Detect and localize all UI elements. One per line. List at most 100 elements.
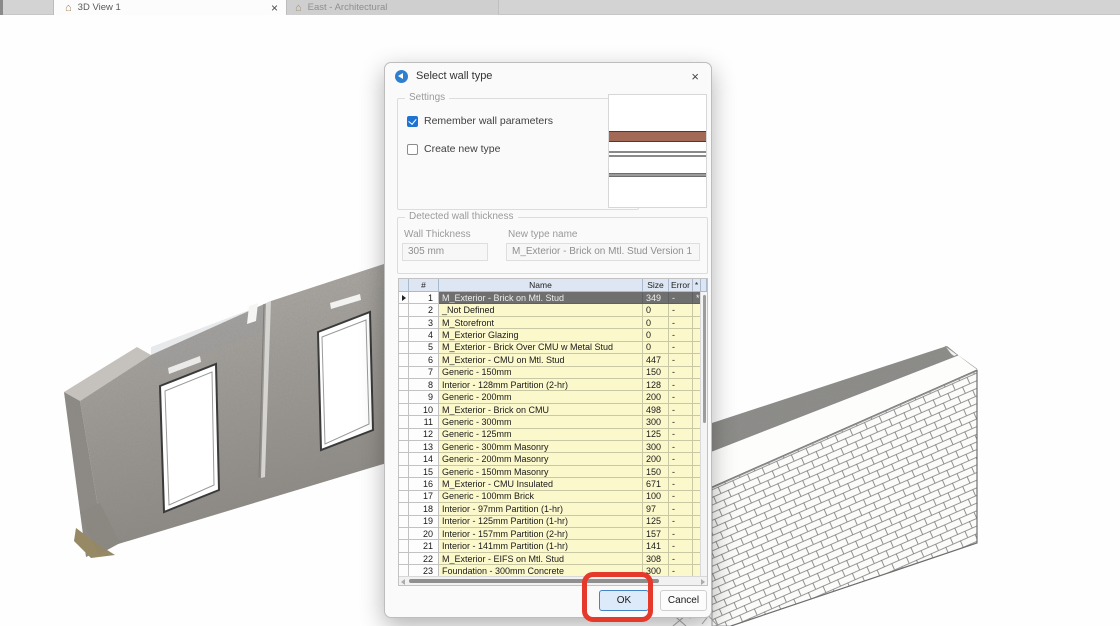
row-name-cell: Interior - 97mm Partition (1-hr) — [439, 503, 643, 515]
table-row[interactable]: 9 Generic - 200mm 200 - — [399, 391, 707, 403]
table-row[interactable]: 7 Generic - 150mm 150 - — [399, 367, 707, 379]
new-type-name-label: New type name — [508, 229, 577, 240]
row-error-cell: - — [669, 379, 693, 391]
horizontal-scrollbar[interactable] — [399, 576, 707, 585]
tab-east-architectural[interactable]: ⌂ East - Architectural — [287, 0, 499, 15]
checkbox-create-new-type[interactable]: Create new type — [407, 143, 500, 155]
row-selector-cell — [399, 528, 409, 540]
row-name-cell: Generic - 150mm — [439, 367, 643, 379]
row-error-cell: - — [669, 441, 693, 453]
row-size-cell: 157 — [643, 528, 669, 540]
table-row[interactable]: 21 Interior - 141mm Partition (1-hr) 141… — [399, 540, 707, 552]
row-size-cell: 349 — [643, 292, 669, 304]
header-size: Size — [643, 279, 669, 292]
row-selector-cell — [399, 317, 409, 329]
row-name-cell: M_Exterior Glazing — [439, 329, 643, 341]
row-number-cell: 6 — [409, 354, 439, 366]
row-name-cell: M_Storefront — [439, 317, 643, 329]
row-size-cell: 100 — [643, 491, 669, 503]
table-row[interactable]: 19 Interior - 125mm Partition (1-hr) 125… — [399, 516, 707, 528]
row-selector-cell — [399, 553, 409, 565]
row-number-cell: 16 — [409, 478, 439, 490]
row-selector-cell — [399, 565, 409, 576]
horizontal-scrollbar-thumb[interactable] — [409, 579, 659, 583]
table-row[interactable]: 5 M_Exterior - Brick Over CMU w Metal St… — [399, 342, 707, 354]
table-row[interactable]: 14 Generic - 200mm Masonry 200 - — [399, 453, 707, 465]
tab-3d-view-1[interactable]: ⌂ 3D View 1 × — [53, 0, 287, 15]
home-icon: ⌂ — [295, 3, 302, 13]
row-number-cell: 10 — [409, 404, 439, 416]
row-error-cell: - — [669, 553, 693, 565]
table-row[interactable]: 22 M_Exterior - EIFS on Mtl. Stud 308 - — [399, 553, 707, 565]
table-row[interactable]: 8 Interior - 128mm Partition (2-hr) 128 … — [399, 379, 707, 391]
table-row[interactable]: 23 Foundation - 300mm Concrete 300 - — [399, 565, 707, 576]
table-row[interactable]: 10 M_Exterior - Brick on CMU 498 - — [399, 404, 707, 416]
wall-section-preview — [608, 94, 707, 208]
tab-close-icon[interactable]: × — [271, 3, 278, 13]
tab-label: East - Architectural — [308, 2, 388, 13]
row-name-cell: Generic - 125mm — [439, 429, 643, 441]
row-size-cell: 671 — [643, 478, 669, 490]
scroll-right-arrow-icon[interactable] — [701, 579, 705, 585]
row-selector-cell — [399, 478, 409, 490]
row-number-cell: 4 — [409, 329, 439, 341]
row-size-cell: 200 — [643, 453, 669, 465]
table-row[interactable]: 1 M_Exterior - Brick on Mtl. Stud 349 - … — [399, 292, 707, 304]
header-name: Name — [439, 279, 643, 292]
table-row[interactable]: 11 Generic - 300mm 300 - — [399, 416, 707, 428]
table-row[interactable]: 20 Interior - 157mm Partition (2-hr) 157… — [399, 528, 707, 540]
checkbox-label: Create new type — [424, 143, 500, 155]
row-name-cell: Interior - 125mm Partition (1-hr) — [439, 516, 643, 528]
row-size-cell: 300 — [643, 416, 669, 428]
header-selector-col — [399, 279, 409, 292]
table-row[interactable]: 15 Generic - 150mm Masonry 150 - — [399, 466, 707, 478]
checkbox-remember-wall-parameters[interactable]: Remember wall parameters — [407, 115, 553, 127]
row-number-cell: 8 — [409, 379, 439, 391]
row-size-cell: 300 — [643, 565, 669, 576]
row-size-cell: 300 — [643, 441, 669, 453]
row-error-cell: - — [669, 354, 693, 366]
checkbox-unchecked-icon[interactable] — [407, 144, 418, 155]
row-selector-cell — [399, 516, 409, 528]
row-number-cell: 22 — [409, 553, 439, 565]
vertical-scrollbar[interactable] — [700, 292, 707, 576]
row-error-cell: - — [669, 317, 693, 329]
header-error: Error — [669, 279, 693, 292]
table-row[interactable]: 18 Interior - 97mm Partition (1-hr) 97 - — [399, 503, 707, 515]
table-row[interactable]: 2 _Not Defined 0 - — [399, 304, 707, 316]
row-selector-cell — [399, 379, 409, 391]
scroll-left-arrow-icon[interactable] — [401, 579, 405, 585]
table-row[interactable]: 12 Generic - 125mm 125 - — [399, 429, 707, 441]
row-name-cell: M_Exterior - Brick on CMU — [439, 404, 643, 416]
row-size-cell: 200 — [643, 391, 669, 403]
row-size-cell: 128 — [643, 379, 669, 391]
row-size-cell: 0 — [643, 317, 669, 329]
ok-button[interactable]: OK — [599, 590, 649, 611]
table-row[interactable]: 3 M_Storefront 0 - — [399, 317, 707, 329]
row-number-cell: 11 — [409, 416, 439, 428]
row-selector-cell — [399, 540, 409, 552]
row-selector-cell — [399, 404, 409, 416]
vertical-scrollbar-thumb[interactable] — [703, 295, 706, 423]
row-error-cell: - — [669, 491, 693, 503]
row-name-cell: Foundation - 300mm Concrete — [439, 565, 643, 576]
close-icon[interactable]: × — [691, 69, 699, 84]
header-number: # — [409, 279, 439, 292]
table-row[interactable]: 16 M_Exterior - CMU Insulated 671 - — [399, 478, 707, 490]
dialog-titlebar[interactable]: Select wall type × — [385, 63, 711, 89]
row-size-cell: 0 — [643, 304, 669, 316]
table-row[interactable]: 6 M_Exterior - CMU on Mtl. Stud 447 - — [399, 354, 707, 366]
row-size-cell: 125 — [643, 516, 669, 528]
cancel-button[interactable]: Cancel — [660, 590, 707, 611]
row-selector-cell — [399, 441, 409, 453]
row-name-cell: Generic - 300mm Masonry — [439, 441, 643, 453]
table-row[interactable]: 4 M_Exterior Glazing 0 - — [399, 329, 707, 341]
table-row[interactable]: 17 Generic - 100mm Brick 100 - — [399, 491, 707, 503]
point-cloud-wall — [64, 262, 390, 558]
checkbox-checked-icon[interactable] — [407, 116, 418, 127]
row-selector-cell — [399, 342, 409, 354]
row-number-cell: 1 — [409, 292, 439, 304]
row-error-cell: - — [669, 528, 693, 540]
row-error-cell: - — [669, 565, 693, 576]
table-row[interactable]: 13 Generic - 300mm Masonry 300 - — [399, 441, 707, 453]
